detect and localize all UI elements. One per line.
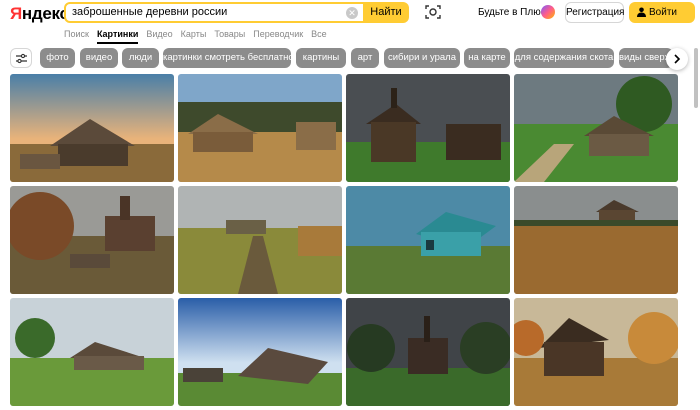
image-old-house-green-meadow[interactable] <box>514 74 678 182</box>
filter-icon <box>16 53 27 64</box>
image-ruined-hut-autumn-trees[interactable] <box>514 298 678 406</box>
header: Яндекс заброшенные деревни россии ✕ Найт… <box>0 0 700 46</box>
register-button[interactable]: Регистрация <box>565 2 624 23</box>
chip-siberia-ural[interactable]: сибири и урала <box>384 48 460 68</box>
image-teal-collapsed-house[interactable] <box>346 186 510 294</box>
filter-button[interactable] <box>10 48 32 68</box>
image-village-meadow-houses[interactable] <box>10 298 174 406</box>
logo-rest: ндекс <box>21 4 69 23</box>
tab-products[interactable]: Товары <box>214 28 245 42</box>
chip-art[interactable]: арт <box>351 48 379 68</box>
chip-livestock[interactable]: для содержания скота <box>514 48 614 68</box>
service-tabs: Поиск Картинки Видео Карты Товары Перево… <box>64 28 335 44</box>
chip-video[interactable]: видео <box>80 48 118 68</box>
plus-icon[interactable] <box>541 5 555 19</box>
user-icon <box>637 7 646 17</box>
tab-video[interactable]: Видео <box>146 28 172 42</box>
chevron-right-icon <box>674 54 681 64</box>
image-ruined-church-autumn[interactable] <box>10 186 174 294</box>
chip-photo[interactable]: фото <box>40 48 75 68</box>
clear-icon[interactable]: ✕ <box>346 7 358 19</box>
chips-next-button[interactable] <box>666 48 688 70</box>
camera-search-icon[interactable] <box>425 4 441 20</box>
chip-paintings[interactable]: картины <box>296 48 346 68</box>
image-collapsed-barn-blue-sky[interactable] <box>178 298 342 406</box>
image-dirt-road-village[interactable] <box>178 186 342 294</box>
login-button[interactable]: Войти <box>629 2 695 23</box>
image-wooden-church-storm-clouds[interactable] <box>346 74 510 182</box>
search-button[interactable]: Найти <box>363 2 409 23</box>
search-input[interactable]: заброшенные деревни россии <box>72 6 227 18</box>
suggestion-chips: фото видео люди картинки смотреть беспла… <box>0 48 700 70</box>
image-church-dark-sky[interactable] <box>346 298 510 406</box>
chip-aerial-views[interactable]: виды сверху <box>619 48 673 68</box>
tab-translator[interactable]: Переводчик <box>253 28 303 42</box>
image-house-dry-grass-field[interactable] <box>514 186 678 294</box>
search-box[interactable]: заброшенные деревни россии ✕ Найти <box>64 2 409 23</box>
chip-on-map[interactable]: на карте <box>464 48 510 68</box>
chip-free-pictures[interactable]: картинки смотреть бесплатно <box>163 48 291 68</box>
tab-search[interactable]: Поиск <box>64 28 89 42</box>
tab-images[interactable]: Картинки <box>96 28 139 44</box>
login-label: Войти <box>649 7 677 18</box>
tab-all[interactable]: Все <box>311 28 327 42</box>
chip-people[interactable]: люди <box>122 48 159 68</box>
yandex-logo[interactable]: Яндекс <box>10 4 69 24</box>
image-wooden-houses-autumn-field[interactable] <box>178 74 342 182</box>
scrollbar[interactable] <box>694 48 698 108</box>
image-abandoned-house-sunset[interactable] <box>10 74 174 182</box>
tab-maps[interactable]: Карты <box>181 28 207 42</box>
